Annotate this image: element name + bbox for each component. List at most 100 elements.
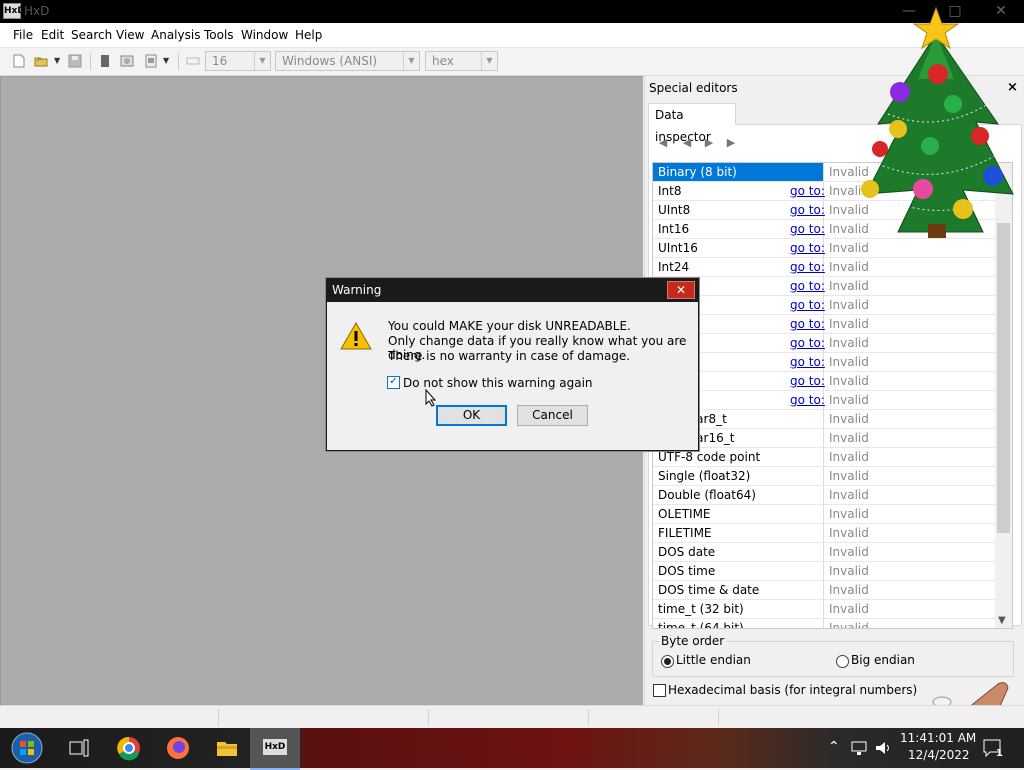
inspector-row[interactable]: Int24 go to: Invalid — [653, 258, 996, 277]
inspector-row[interactable]: DOS time & date Invalid — [653, 581, 996, 600]
inspector-value[interactable]: Invalid — [829, 486, 869, 504]
charset-select[interactable]: Windows (ANSI) ▼ — [275, 51, 420, 71]
inspector-value[interactable]: Invalid — [829, 543, 869, 561]
inspector-value[interactable]: Invalid — [829, 619, 869, 628]
menu-tools[interactable]: Tools — [204, 28, 234, 42]
bytes-per-row-select[interactable]: 16 ▼ — [205, 51, 271, 71]
go-to-link[interactable]: go to: — [790, 391, 825, 409]
dont-show-checkbox[interactable]: ✓ — [387, 376, 400, 389]
inspector-value[interactable]: Invalid — [829, 353, 869, 371]
menu-edit[interactable]: Edit — [41, 28, 64, 42]
ram-dropdown-icon[interactable]: ▼ — [163, 56, 169, 65]
last-icon[interactable]: ▶ — [725, 137, 737, 149]
menu-search[interactable]: Search — [71, 28, 112, 42]
inspector-row[interactable]: go to: Invalid — [653, 315, 996, 334]
network-icon[interactable] — [850, 740, 868, 756]
menu-help[interactable]: Help — [295, 28, 322, 42]
inspector-row[interactable]: go to: Invalid — [653, 277, 996, 296]
inspector-value[interactable]: Invalid — [829, 467, 869, 485]
hex-basis-label[interactable]: Hexadecimal basis (for integral numbers) — [668, 683, 917, 697]
inspector-value[interactable]: Invalid — [829, 296, 869, 314]
inspector-value[interactable]: Invalid — [829, 581, 869, 599]
tab-data-inspector[interactable]: Data inspector — [648, 103, 736, 144]
menu-view[interactable]: View — [116, 28, 144, 42]
go-to-link[interactable]: go to: — [790, 239, 825, 257]
next-icon[interactable]: ▶ — [703, 137, 715, 149]
first-icon[interactable]: ◀ — [657, 137, 669, 149]
go-to-link[interactable]: go to: — [790, 182, 825, 200]
inspector-row[interactable]: DOS date Invalid — [653, 543, 996, 562]
inspector-row[interactable]: Single (float32) Invalid — [653, 467, 996, 486]
dont-show-label[interactable]: Do not show this warning again — [403, 376, 593, 390]
inspector-row[interactable]: ar / char16_tInvalid — [653, 429, 996, 448]
little-endian-label[interactable]: Little endian — [676, 653, 751, 667]
inspector-value[interactable]: Invalid — [829, 562, 869, 580]
cancel-button[interactable]: Cancel — [517, 405, 588, 426]
inspector-value[interactable]: Invalid — [829, 277, 869, 295]
inspector-value[interactable]: Invalid — [829, 505, 869, 523]
chrome-icon[interactable] — [115, 734, 143, 762]
previous-icon[interactable]: ◀ — [681, 137, 693, 149]
inspector-value[interactable]: Invalid — [829, 429, 869, 447]
hxd-taskbar-button[interactable]: HxD — [250, 728, 300, 770]
menu-window[interactable]: Window — [241, 28, 288, 42]
little-endian-radio[interactable] — [661, 655, 674, 668]
inspector-value[interactable]: Invalid — [829, 448, 869, 466]
go-to-link[interactable]: go to: — [790, 353, 825, 371]
big-endian-radio[interactable] — [836, 655, 849, 668]
open-dropdown-icon[interactable]: ▼ — [54, 56, 60, 65]
inspector-row[interactable]: go to: Invalid — [653, 296, 996, 315]
task-view-icon[interactable] — [65, 734, 93, 762]
inspector-row[interactable]: FILETIME Invalid — [653, 524, 996, 543]
inspector-row[interactable]: go to: Invalid — [653, 353, 996, 372]
dialog-close-button[interactable]: ✕ — [667, 281, 695, 299]
inspector-row[interactable]: OLETIME Invalid — [653, 505, 996, 524]
go-to-link[interactable]: go to: — [790, 258, 825, 276]
close-file-icon[interactable] — [98, 54, 112, 68]
ok-button[interactable]: OK — [436, 405, 507, 426]
inspector-row[interactable]: go to: Invalid — [653, 334, 996, 353]
open-ram-icon[interactable] — [144, 54, 158, 68]
go-to-link[interactable]: go to: — [790, 296, 825, 314]
file-explorer-icon[interactable] — [213, 734, 241, 762]
go-to-link[interactable]: go to: — [790, 334, 825, 352]
inspector-row[interactable]: DOS time Invalid — [653, 562, 996, 581]
save-icon[interactable] — [68, 54, 82, 68]
inspector-value[interactable]: Invalid — [829, 258, 869, 276]
inspector-row[interactable]: Double (float64) Invalid — [653, 486, 996, 505]
inspector-value[interactable]: Invalid — [829, 410, 869, 428]
menu-file[interactable]: File — [13, 28, 33, 42]
go-to-link[interactable]: go to: — [790, 201, 825, 219]
scroll-down-icon[interactable]: ▼ — [998, 615, 1006, 626]
scrollbar-thumb[interactable] — [997, 223, 1010, 533]
inspector-value[interactable]: Invalid — [829, 391, 869, 409]
inspector-value[interactable]: Invalid — [829, 524, 869, 542]
inspector-value[interactable]: Invalid — [829, 600, 869, 618]
menu-analysis[interactable]: Analysis — [151, 28, 200, 42]
inspector-value[interactable]: Invalid — [829, 372, 869, 390]
start-button[interactable] — [10, 731, 44, 765]
big-endian-label[interactable]: Big endian — [851, 653, 915, 667]
open-folder-icon[interactable] — [34, 54, 48, 68]
offset-base-select[interactable]: hex ▼ — [425, 51, 498, 71]
firefox-icon[interactable] — [164, 734, 192, 762]
inspector-row[interactable]: UTF-8 code point Invalid — [653, 448, 996, 467]
go-to-link[interactable]: go to: — [790, 372, 825, 390]
inspector-value[interactable]: Invalid — [829, 334, 869, 352]
clock-date[interactable]: 12/4/2022 — [908, 748, 970, 762]
go-to-link[interactable]: go to: — [790, 220, 825, 238]
go-to-link[interactable]: go to: — [790, 315, 825, 333]
inspector-row[interactable]: time_t (64 bit) Invalid — [653, 619, 996, 628]
inspector-row[interactable]: ar / char8_tInvalid — [653, 410, 996, 429]
go-to-link[interactable]: go to: — [790, 277, 825, 295]
inspector-row[interactable]: time_t (32 bit) Invalid — [653, 600, 996, 619]
open-disk-icon[interactable] — [120, 54, 134, 68]
inspector-row[interactable]: go to: Invalid — [653, 372, 996, 391]
inspector-row[interactable]: 3go to:Invalid — [653, 391, 996, 410]
new-file-icon[interactable] — [12, 54, 26, 68]
hex-basis-checkbox[interactable] — [653, 684, 666, 697]
clock-time[interactable]: 11:41:01 AM — [900, 731, 976, 745]
show-hidden-icons-icon[interactable]: ⌃ — [828, 739, 840, 755]
volume-icon[interactable] — [874, 740, 892, 756]
inspector-value[interactable]: Invalid — [829, 315, 869, 333]
